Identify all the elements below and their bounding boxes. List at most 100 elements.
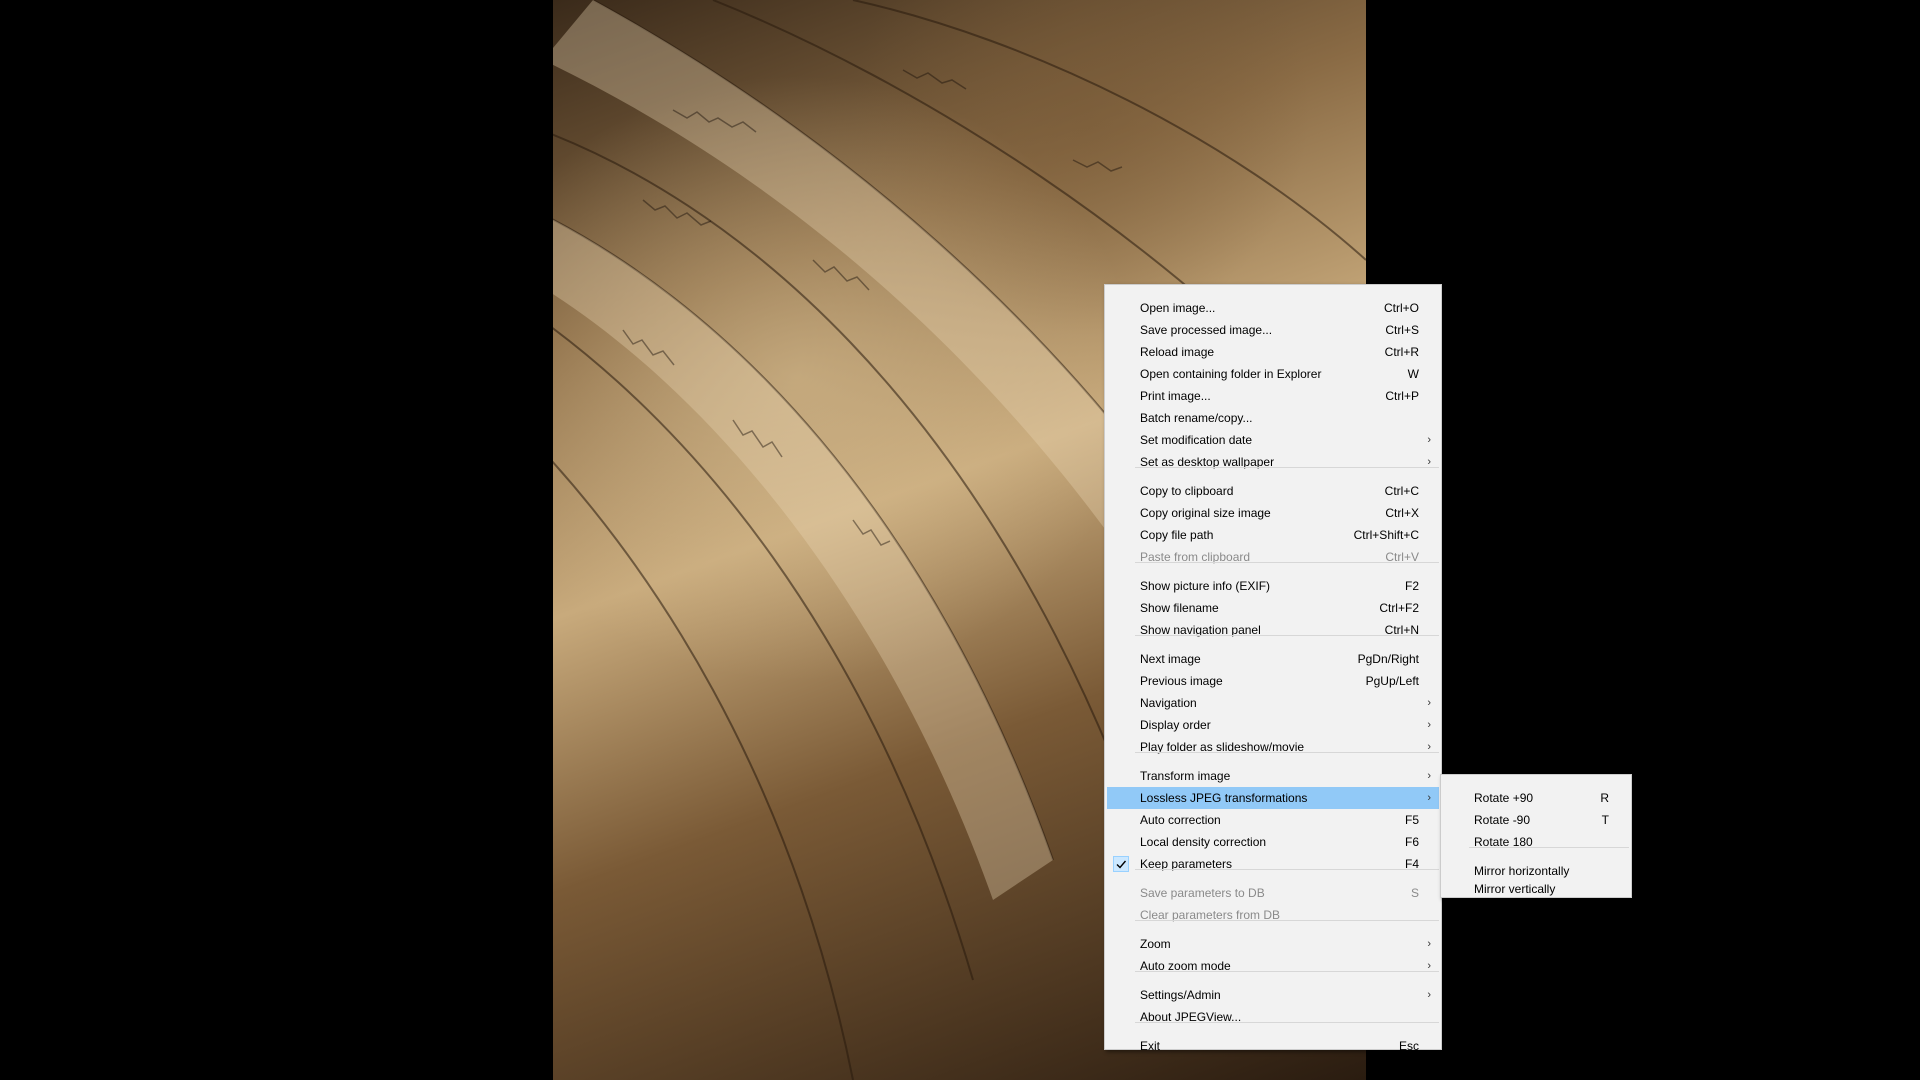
menu-item-label: Show navigation panel	[1140, 623, 1261, 637]
submenu-arrow-icon: ›	[1427, 456, 1431, 468]
menu-item-label: Set modification date	[1140, 433, 1253, 447]
menu-item-label: Previous image	[1140, 674, 1223, 688]
menu-item-label: Lossless JPEG transformations	[1140, 791, 1308, 805]
menu-item-local-density-correction[interactable]: Local density correction F6	[1107, 831, 1439, 853]
menu-separator	[1135, 1022, 1439, 1023]
menu-item-shortcut: Ctrl+N	[1384, 623, 1419, 637]
menu-item-auto-zoom-mode[interactable]: Auto zoom mode ›	[1107, 955, 1439, 977]
menu-item-label: Show filename	[1140, 601, 1219, 615]
submenu-item-mirror-vertically[interactable]: Mirror vertically	[1443, 882, 1629, 896]
menu-item-copy-original-size-image[interactable]: Copy original size image Ctrl+X	[1107, 502, 1439, 524]
checkmark-icon	[1113, 856, 1129, 872]
menu-separator	[1135, 869, 1439, 870]
context-menu: Open image... Ctrl+O Save processed imag…	[1104, 284, 1442, 1053]
menu-item-label: Batch rename/copy...	[1140, 411, 1253, 425]
menu-item-label: Next image	[1140, 652, 1201, 666]
menu-item-save-parameters-to-db: Save parameters to DB S	[1107, 882, 1439, 904]
menu-item-label: Auto zoom mode	[1140, 959, 1231, 973]
menu-item-batch-rename-copy[interactable]: Batch rename/copy...	[1107, 407, 1439, 429]
menu-item-label: Play folder as slideshow/movie	[1140, 740, 1305, 754]
menu-item-label: Save parameters to DB	[1140, 886, 1265, 900]
menu-item-label: Transform image	[1140, 769, 1231, 783]
menu-item-shortcut: S	[1410, 886, 1419, 900]
menu-item-reload-image[interactable]: Reload image Ctrl+R	[1107, 341, 1439, 363]
menu-item-label: Set as desktop wallpaper	[1140, 455, 1275, 469]
menu-item-label: Copy to clipboard	[1140, 484, 1234, 498]
menu-item-show-navigation-panel[interactable]: Show navigation panel Ctrl+N	[1107, 619, 1439, 641]
menu-item-label: Auto correction	[1140, 813, 1221, 827]
menu-item-paste-from-clipboard: Paste from clipboard Ctrl+V	[1107, 546, 1439, 568]
menu-item-save-processed-image[interactable]: Save processed image... Ctrl+S	[1107, 319, 1439, 341]
menu-item-label: Print image...	[1140, 389, 1211, 403]
menu-item-shortcut: PgUp/Left	[1365, 674, 1419, 688]
menu-item-label: Rotate +90	[1474, 791, 1534, 805]
menu-item-label: Save processed image...	[1140, 323, 1273, 337]
menu-separator	[1135, 562, 1439, 563]
menu-item-shortcut: Esc	[1398, 1039, 1419, 1053]
menu-item-auto-correction[interactable]: Auto correction F5	[1107, 809, 1439, 831]
menu-item-label: Copy original size image	[1140, 506, 1271, 520]
submenu-item-rotate-plus-90[interactable]: Rotate +90 R	[1443, 787, 1629, 809]
menu-item-shortcut: Ctrl+R	[1384, 345, 1419, 359]
menu-item-keep-parameters[interactable]: Keep parameters F4	[1107, 853, 1439, 875]
menu-item-play-folder-as-slideshow[interactable]: Play folder as slideshow/movie ›	[1107, 736, 1439, 758]
menu-item-label: Exit	[1140, 1039, 1161, 1053]
menu-item-exit[interactable]: Exit Esc	[1107, 1035, 1439, 1057]
menu-item-label: Mirror vertically	[1474, 882, 1556, 896]
menu-item-shortcut: Ctrl+F2	[1379, 601, 1419, 615]
submenu-arrow-icon: ›	[1427, 697, 1431, 709]
menu-item-label: Mirror horizontally	[1474, 864, 1570, 878]
submenu-item-rotate-minus-90[interactable]: Rotate -90 T	[1443, 809, 1629, 831]
menu-item-label: Show picture info (EXIF)	[1140, 579, 1271, 593]
menu-item-label: Keep parameters	[1140, 857, 1233, 871]
menu-item-set-as-desktop-wallpaper[interactable]: Set as desktop wallpaper ›	[1107, 451, 1439, 473]
submenu-arrow-icon: ›	[1427, 770, 1431, 782]
menu-item-previous-image[interactable]: Previous image PgUp/Left	[1107, 670, 1439, 692]
menu-item-shortcut: F6	[1404, 835, 1419, 849]
menu-item-open-image[interactable]: Open image... Ctrl+O	[1107, 297, 1439, 319]
menu-separator	[1135, 635, 1439, 636]
menu-item-settings-admin[interactable]: Settings/Admin ›	[1107, 984, 1439, 1006]
menu-separator	[1135, 752, 1439, 753]
submenu-arrow-icon: ›	[1427, 960, 1431, 972]
menu-item-show-filename[interactable]: Show filename Ctrl+F2	[1107, 597, 1439, 619]
menu-item-zoom[interactable]: Zoom ›	[1107, 933, 1439, 955]
menu-item-label: About JPEGView...	[1140, 1010, 1242, 1024]
menu-item-display-order[interactable]: Display order ›	[1107, 714, 1439, 736]
menu-item-shortcut: F4	[1404, 857, 1419, 871]
menu-item-navigation[interactable]: Navigation ›	[1107, 692, 1439, 714]
menu-item-label: Navigation	[1140, 696, 1197, 710]
submenu-item-mirror-horizontally[interactable]: Mirror horizontally	[1443, 860, 1629, 882]
menu-item-print-image[interactable]: Print image... Ctrl+P	[1107, 385, 1439, 407]
menu-item-next-image[interactable]: Next image PgDn/Right	[1107, 648, 1439, 670]
submenu-arrow-icon: ›	[1427, 719, 1431, 731]
menu-item-transform-image[interactable]: Transform image ›	[1107, 765, 1439, 787]
menu-item-copy-file-path[interactable]: Copy file path Ctrl+Shift+C	[1107, 524, 1439, 546]
submenu-item-rotate-180[interactable]: Rotate 180	[1443, 831, 1629, 853]
menu-item-show-picture-info[interactable]: Show picture info (EXIF) F2	[1107, 575, 1439, 597]
submenu-arrow-icon: ›	[1427, 989, 1431, 1001]
menu-item-label: Reload image	[1140, 345, 1215, 359]
menu-item-label: Rotate 180	[1474, 835, 1533, 849]
menu-item-open-containing-folder[interactable]: Open containing folder in Explorer W	[1107, 363, 1439, 385]
menu-item-about-jpegview[interactable]: About JPEGView...	[1107, 1006, 1439, 1028]
menu-item-label: Open image...	[1140, 301, 1216, 315]
menu-item-label: Local density correction	[1140, 835, 1267, 849]
submenu-arrow-icon: ›	[1427, 434, 1431, 446]
menu-item-shortcut: T	[1601, 813, 1609, 827]
menu-separator	[1135, 971, 1439, 972]
menu-item-lossless-jpeg-transformations[interactable]: Lossless JPEG transformations ›	[1107, 787, 1439, 809]
menu-item-set-modification-date[interactable]: Set modification date ›	[1107, 429, 1439, 451]
menu-item-label: Settings/Admin	[1140, 988, 1221, 1002]
menu-item-shortcut: Ctrl+V	[1385, 550, 1419, 564]
menu-item-shortcut: F2	[1404, 579, 1419, 593]
menu-item-label: Zoom	[1140, 937, 1171, 951]
menu-item-shortcut: Ctrl+C	[1384, 484, 1419, 498]
menu-item-copy-to-clipboard[interactable]: Copy to clipboard Ctrl+C	[1107, 480, 1439, 502]
menu-item-label: Open containing folder in Explorer	[1140, 367, 1322, 381]
menu-item-shortcut: Ctrl+P	[1385, 389, 1419, 403]
menu-item-label: Rotate -90	[1474, 813, 1531, 827]
menu-item-label: Copy file path	[1140, 528, 1214, 542]
menu-item-shortcut: R	[1600, 791, 1609, 805]
menu-item-label: Paste from clipboard	[1140, 550, 1251, 564]
